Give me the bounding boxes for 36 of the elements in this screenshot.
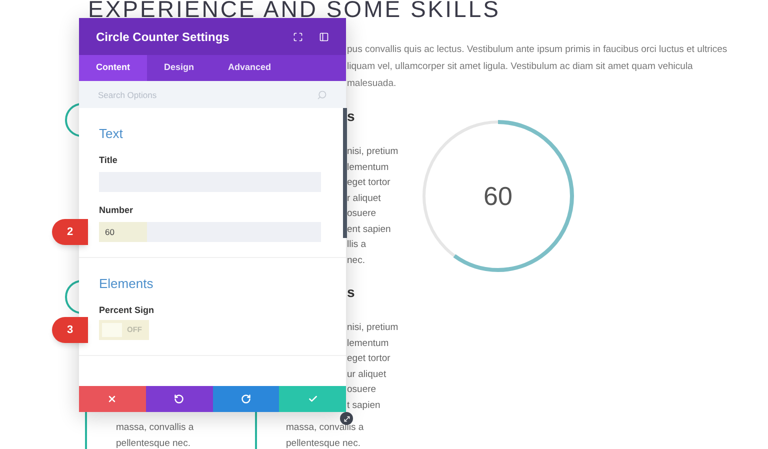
skill-heading: s	[347, 283, 356, 302]
search-icon	[317, 90, 327, 100]
resize-icon	[342, 414, 350, 422]
fullscreen-icon[interactable]	[293, 32, 303, 42]
cancel-button[interactable]	[79, 386, 146, 412]
tab[interactable]: Content	[79, 55, 147, 81]
modal-title: Circle Counter Settings	[96, 28, 230, 46]
sidebar-icon[interactable]	[319, 32, 329, 42]
section-title: Elements	[99, 276, 154, 292]
search-field[interactable]: Search Options	[79, 81, 346, 108]
skill-heading: s	[347, 107, 356, 126]
intro-paragraph: pus convallis quis ac lectus. Vestibulum ante ipsum primis in faucibus orci luctus et ultrices liquam vel, ullamcorper sit amet ligula. Vestibulum ac diam sit amet quam vehicula malesuada.	[347, 43, 728, 91]
scrollbar[interactable]	[343, 108, 347, 238]
field-label: Number	[99, 204, 134, 216]
checkmark-icon	[308, 394, 318, 404]
close-icon	[107, 394, 118, 404]
redo-button[interactable]	[212, 386, 280, 412]
skill-text: nisi, pretium lementum eget tortor ur aliquet osuere t sapien	[347, 321, 400, 412]
section-title: Text	[99, 126, 124, 142]
field-label: Percent Sign	[99, 304, 156, 316]
resize-handle[interactable]	[340, 412, 353, 425]
redo-icon	[240, 394, 251, 404]
skill-text: massa, convallis a pellentesque nec.	[286, 421, 365, 449]
skill-text: nisi, pretium lementum eget tortor r aliquet osuere ent sapien llis a nec.	[347, 145, 400, 268]
step-marker: 3	[52, 317, 88, 343]
undo-icon	[174, 394, 184, 404]
counter-value: 60	[482, 180, 514, 212]
tab[interactable]: Advanced	[211, 55, 288, 81]
search-input[interactable]: Search Options	[98, 81, 317, 108]
skill-text: massa, convallis a pellentesque nec.	[116, 421, 195, 449]
page-heading: EXPERIENCE AND SOME SKILLS	[88, 0, 500, 18]
field-label: Title	[99, 154, 118, 166]
tab[interactable]: Design	[147, 55, 212, 81]
undo-button[interactable]	[146, 386, 212, 412]
step-marker: 2	[52, 219, 88, 245]
input-field[interactable]: 60	[99, 222, 321, 242]
